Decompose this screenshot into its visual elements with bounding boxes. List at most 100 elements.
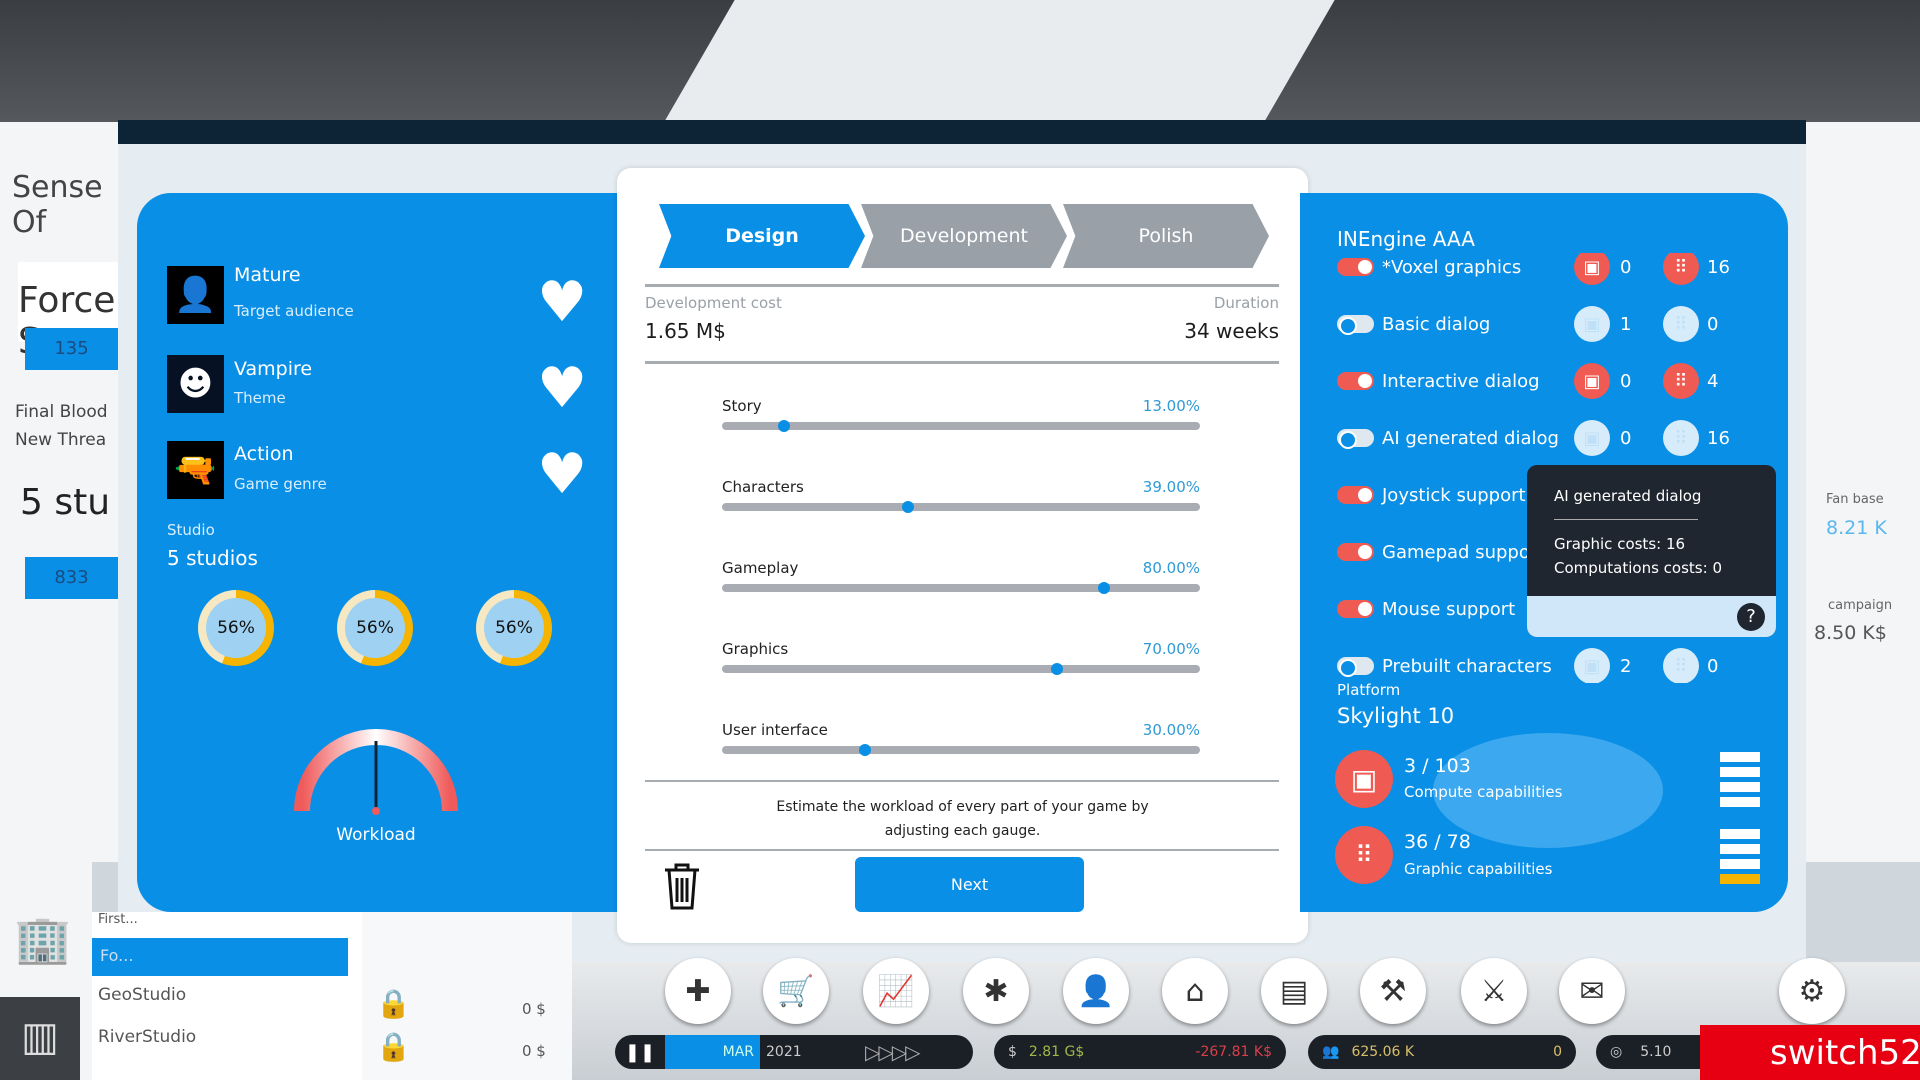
- graphic-cost: 0: [1707, 655, 1719, 677]
- compute-cost: 0: [1620, 370, 1632, 392]
- genre-label: Game genre: [234, 475, 327, 493]
- compute-capacity-bars: [1720, 752, 1760, 807]
- feature-row[interactable]: Interactive dialog ▣ 0 ⠿ 4: [1337, 361, 1757, 401]
- slider-label: Gameplay: [722, 559, 799, 577]
- studio-item[interactable]: GeoStudio: [98, 985, 186, 1005]
- game-concept-panel: 👤 Mature Target audience ♥ ☻ Vampire The…: [137, 193, 627, 912]
- next-button[interactable]: Next: [855, 857, 1084, 912]
- hint-line: adjusting each gauge.: [884, 823, 1041, 839]
- campaign-label: campaign: [1828, 598, 1893, 613]
- mail-icon[interactable]: ✉: [1559, 958, 1625, 1024]
- workload-slider[interactable]: [722, 501, 1200, 513]
- studio-item-selected[interactable]: Fo...: [92, 938, 348, 976]
- slider-value: 70.00%: [1142, 640, 1200, 658]
- cpu-icon: ▣: [1574, 420, 1610, 456]
- fans-delta: 0: [1553, 1044, 1562, 1060]
- tab-design[interactable]: Design: [659, 204, 865, 268]
- slider-handle[interactable]: [859, 744, 872, 756]
- feature-toggle[interactable]: [1337, 600, 1374, 618]
- heart-icon[interactable]: ♥: [537, 361, 587, 417]
- person-icon[interactable]: 👤: [1063, 958, 1129, 1024]
- feature-toggle[interactable]: [1337, 315, 1374, 335]
- cpu-icon: ▣: [1574, 648, 1610, 683]
- theme-label: Theme: [234, 389, 286, 407]
- workload-slider[interactable]: [722, 420, 1200, 432]
- slider-handle[interactable]: [778, 420, 791, 432]
- pause-icon[interactable]: ❚❚: [615, 1042, 665, 1063]
- ring-value: 56%: [484, 598, 544, 658]
- tab-polish[interactable]: Polish: [1063, 204, 1269, 268]
- feature-row[interactable]: Basic dialog ▣ 1 ⠿ 0: [1337, 304, 1757, 344]
- feature-row[interactable]: Prebuilt characters ▣ 2 ⠿ 0: [1337, 646, 1757, 683]
- bg-text: Final Blood: [15, 402, 108, 422]
- studio-item[interactable]: First...: [98, 912, 138, 927]
- slider-label: User interface: [722, 721, 828, 739]
- gpu-grid-icon: ⠿: [1663, 363, 1699, 399]
- sidebar: 🏢 ▥: [0, 862, 92, 1080]
- shop-icon[interactable]: 🛒: [763, 958, 829, 1024]
- slider-label: Characters: [722, 478, 804, 496]
- feature-toggle[interactable]: [1337, 258, 1374, 276]
- tooltip-compute: Computations costs: 0: [1554, 559, 1722, 577]
- heart-icon[interactable]: ♥: [537, 447, 587, 503]
- studio-value[interactable]: 5 studios: [167, 546, 258, 570]
- feature-tooltip: AI generated dialog Graphic costs: 16 Co…: [1527, 465, 1776, 637]
- lock-icon: 🔒: [376, 987, 411, 1020]
- tab-development[interactable]: Development: [861, 204, 1067, 268]
- bg-badge: 833: [25, 557, 118, 599]
- trash-icon[interactable]: [661, 860, 703, 912]
- slider-handle[interactable]: [902, 501, 915, 513]
- bg-text: Sense Of: [12, 170, 103, 240]
- tools-icon[interactable]: ⚒: [1360, 958, 1426, 1024]
- network-icon[interactable]: ✱: [963, 958, 1029, 1024]
- studio-progress-ring: 56%: [337, 590, 413, 666]
- vampire-icon: ☻: [167, 355, 224, 413]
- modal-header-bar: [118, 120, 1806, 144]
- studio-progress-ring: 56%: [198, 590, 274, 666]
- fan-base-label: Fan base: [1826, 492, 1884, 507]
- slider-value: 80.00%: [1142, 559, 1200, 577]
- workload-slider[interactable]: [722, 663, 1200, 675]
- feature-row[interactable]: *Voxel graphics ▣ 0 ⠿ 16: [1337, 253, 1757, 287]
- divider: [1554, 519, 1698, 520]
- workload-slider[interactable]: [722, 582, 1200, 594]
- workload-slider[interactable]: [722, 744, 1200, 756]
- feature-toggle[interactable]: [1337, 657, 1374, 677]
- settings-icon[interactable]: ⚙: [1779, 958, 1845, 1024]
- building-icon[interactable]: 🏢: [14, 912, 71, 967]
- dev-cost-label: Development cost: [645, 294, 782, 312]
- add-icon[interactable]: ✚: [665, 958, 731, 1024]
- fast-forward-icon[interactable]: ▷▷▷▷: [865, 1040, 921, 1064]
- feature-toggle[interactable]: [1337, 429, 1374, 449]
- cpu-icon: ▣: [1574, 363, 1610, 399]
- graphic-cost: 16: [1707, 256, 1730, 278]
- swords-icon[interactable]: ⚔: [1461, 958, 1527, 1024]
- store-icon[interactable]: ▤: [1261, 958, 1327, 1024]
- tooltip-graphic: Graphic costs: 16: [1554, 535, 1686, 553]
- workload-gauge: [294, 729, 458, 815]
- feature-toggle[interactable]: [1337, 486, 1374, 504]
- fans-display: 👥 625.06 K 0: [1308, 1035, 1576, 1069]
- slider-handle[interactable]: [1098, 582, 1111, 594]
- heart-icon[interactable]: ♥: [537, 275, 587, 331]
- money-delta: -267.81 K$: [1195, 1044, 1272, 1060]
- compute-cost: 2: [1620, 655, 1632, 677]
- feature-toggle[interactable]: [1337, 543, 1374, 561]
- studio-item[interactable]: RiverStudio: [98, 1027, 196, 1047]
- campaign-value: 8.50 K$: [1814, 622, 1887, 644]
- map-icon[interactable]: ▥: [0, 997, 80, 1080]
- fan-base-value: 8.21 K: [1826, 517, 1887, 539]
- fans-value: 625.06 K: [1351, 1044, 1415, 1060]
- theme-name: Vampire: [234, 358, 313, 380]
- dev-cost-value: 1.65 M$: [645, 319, 726, 343]
- home-icon[interactable]: ⌂: [1162, 958, 1228, 1024]
- development-card: Design Development Polish Development co…: [617, 168, 1308, 943]
- month: MAR: [665, 1035, 760, 1069]
- chart-icon[interactable]: 📈: [863, 958, 929, 1024]
- research-icon: ◎: [1610, 1044, 1623, 1060]
- help-icon[interactable]: ?: [1737, 603, 1765, 631]
- feature-toggle[interactable]: [1337, 372, 1374, 390]
- feature-row[interactable]: AI generated dialog ▣ 0 ⠿ 16: [1337, 418, 1757, 458]
- divider: [645, 361, 1279, 364]
- slider-handle[interactable]: [1050, 663, 1063, 675]
